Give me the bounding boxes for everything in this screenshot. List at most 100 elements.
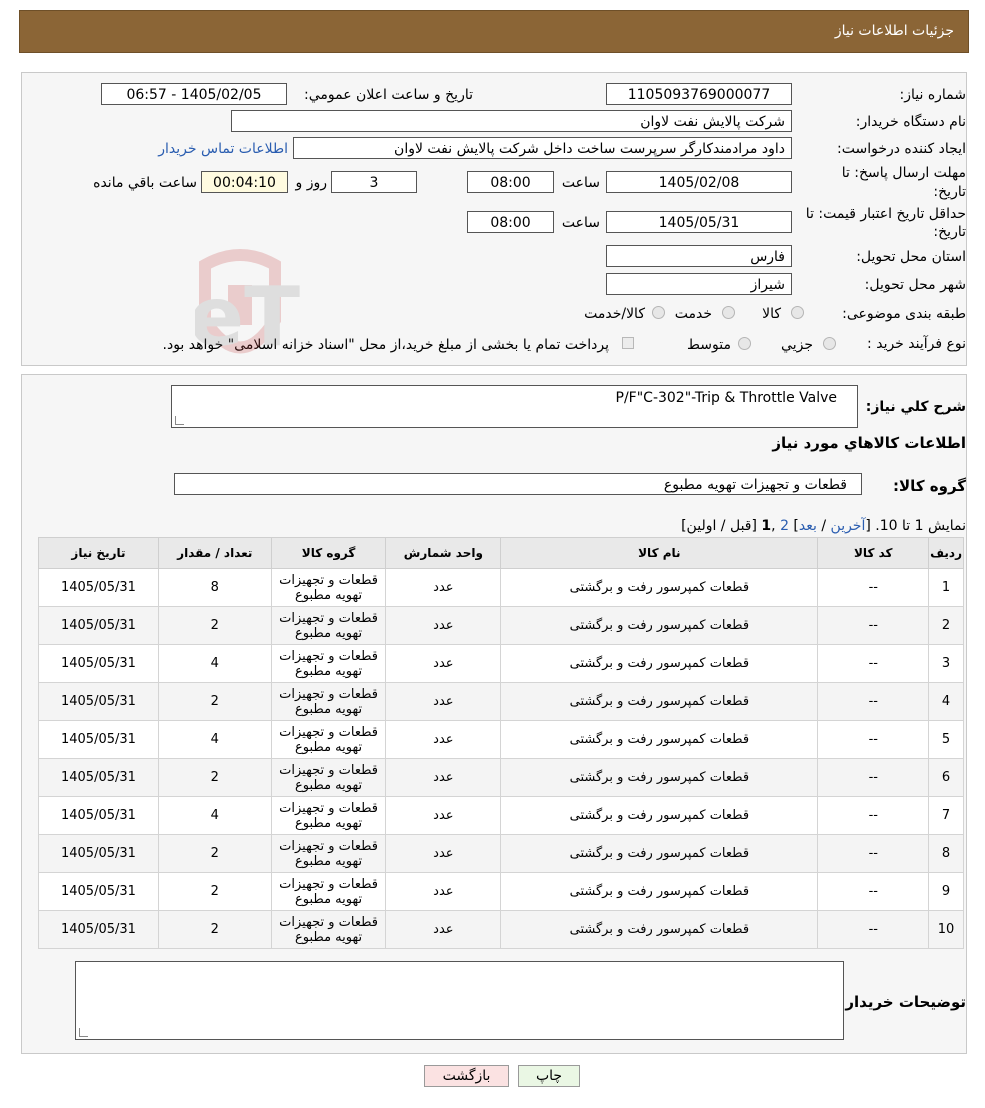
cell-quantity: 8 [157,568,272,607]
col-header-quantity[interactable]: تعداد / مقدار [157,537,272,569]
cell-unit: عدد [385,720,502,759]
category-radio-goods[interactable] [791,306,804,319]
buyer-org-field[interactable]: شرکت پالايش نفت لاوان [231,110,792,132]
table-row[interactable]: 4 -- قطعات کمپرسور رفت و برگشتی عدد قطعات و … [38,682,964,721]
validity-label-line2: تاريخ: [933,224,966,240]
need-number-field[interactable]: 1105093769000077 [606,83,792,105]
cell-quantity: 2 [157,872,272,911]
description-textarea[interactable]: P/F"C-302"-Trip & Throttle Valve [171,385,858,428]
goods-info-title: اطلاعات کالاهاي مورد نياز [772,434,966,452]
cell-unit: عدد [385,758,502,797]
cell-row-number: 4 [928,682,964,721]
cell-row-number: 10 [928,910,964,949]
creator-field[interactable]: داود مرادمندکارگر سرپرست ساخت داخل شرکت … [293,137,792,159]
cell-unit: عدد [385,910,502,949]
announce-field[interactable]: 1405/02/05 - 06:57 [101,83,287,105]
cell-date: 1405/05/31 [38,758,159,797]
table-row[interactable]: 1 -- قطعات کمپرسور رفت و برگشتی عدد قطعات و … [38,568,964,607]
table-row[interactable]: 6 -- قطعات کمپرسور رفت و برگشتی عدد قطعات و … [38,758,964,797]
pagination-suffix: [قبل / اولين] [681,518,762,534]
validity-date-field[interactable]: 1405/05/31 [606,211,792,233]
col-header-row-number[interactable]: رديف [928,537,964,569]
print-button[interactable]: چاپ [518,1065,580,1087]
buyer-contact-link[interactable]: اطلاعات تماس خريدار [158,141,288,157]
pagination-current-page: 1 [761,518,772,534]
buyer-notes-textarea[interactable] [75,961,844,1040]
process-radio-minor[interactable] [823,337,836,350]
cell-unit: عدد [385,872,502,911]
col-header-name[interactable]: نام کالا [500,537,819,569]
buyer-notes-label: توضيحات خريدار: [839,993,966,1011]
cell-quantity: 2 [157,682,272,721]
cell-date: 1405/05/31 [38,796,159,835]
cell-row-number: 2 [928,606,964,645]
table-header-row: رديف کد کالا نام کالا واحد شمارش گروه کا… [38,537,964,569]
goods-group-label: گروه کالا: [893,477,966,495]
table-row[interactable]: 9 -- قطعات کمپرسور رفت و برگشتی عدد قطعات و … [38,872,964,911]
deadline-label-line2: تاريخ: [933,184,966,200]
process-radio-medium[interactable] [738,337,751,350]
cell-row-number: 6 [928,758,964,797]
table-row[interactable]: 2 -- قطعات کمپرسور رفت و برگشتی عدد قطعات و … [38,606,964,645]
cell-name: قطعات کمپرسور رفت و برگشتی [500,758,819,797]
cell-code: -- [817,796,930,835]
cell-group: قطعات و تجهيزات تهويه مطبوع [270,720,387,759]
cell-group: قطعات و تجهيزات تهويه مطبوع [270,682,387,721]
validity-time-field[interactable]: 08:00 [467,211,554,233]
cell-quantity: 2 [157,910,272,949]
cell-quantity: 2 [157,834,272,873]
cell-name: قطعات کمپرسور رفت و برگشتی [500,682,819,721]
items-table: رديف کد کالا نام کالا واحد شمارش گروه کا… [38,537,964,949]
pagination: نمايش 1 تا 10. [آخرين / بعد] 2 ,1 [قبل /… [681,518,966,534]
deadline-time-label: ساعت [561,175,600,191]
remaining-time-field: 00:04:10 [201,171,288,193]
pagination-comma: , [771,518,781,534]
cell-quantity: 4 [157,644,272,683]
deadline-date-field[interactable]: 1405/02/08 [606,171,792,193]
table-row[interactable]: 8 -- قطعات کمپرسور رفت و برگشتی عدد قطعات و … [38,834,964,873]
city-field[interactable]: شيراز [606,273,792,295]
resize-grip-icon [79,1028,88,1037]
cell-quantity: 4 [157,720,272,759]
cell-unit: عدد [385,644,502,683]
validity-time-label: ساعت [561,215,600,231]
cell-name: قطعات کمپرسور رفت و برگشتی [500,872,819,911]
cell-date: 1405/05/31 [38,606,159,645]
cell-name: قطعات کمپرسور رفت و برگشتی [500,910,819,949]
cell-group: قطعات و تجهيزات تهويه مطبوع [270,796,387,835]
city-label: شهر محل تحويل: [864,277,966,293]
treasury-note: پرداخت تمام يا بخشی از مبلغ خريد،از محل … [162,337,609,353]
days-label: روز و [295,175,328,191]
cell-group: قطعات و تجهيزات تهويه مطبوع [270,568,387,607]
province-field[interactable]: فارس [606,245,792,267]
cell-date: 1405/05/31 [38,568,159,607]
cell-row-number: 7 [928,796,964,835]
col-header-unit[interactable]: واحد شمارش [385,537,502,569]
days-field[interactable]: 3 [331,171,417,193]
cell-quantity: 2 [157,758,272,797]
deadline-time-field[interactable]: 08:00 [467,171,554,193]
col-header-code[interactable]: کد کالا [817,537,930,569]
category-radio-service[interactable] [722,306,735,319]
table-row[interactable]: 3 -- قطعات کمپرسور رفت و برگشتی عدد قطعات و … [38,644,964,683]
cell-unit: عدد [385,834,502,873]
table-row[interactable]: 7 -- قطعات کمپرسور رفت و برگشتی عدد قطعات و … [38,796,964,835]
description-value: P/F"C-302"-Trip & Throttle Valve [615,390,837,406]
table-row[interactable]: 5 -- قطعات کمپرسور رفت و برگشتی عدد قطعات و … [38,720,964,759]
pagination-page-2[interactable]: 2 [780,518,789,534]
col-header-group[interactable]: گروه کالا [270,537,387,569]
pagination-last[interactable]: آخرين [831,518,866,534]
cell-group: قطعات و تجهيزات تهويه مطبوع [270,834,387,873]
cell-unit: عدد [385,796,502,835]
pagination-sep2: ] [788,518,799,534]
goods-group-field[interactable]: قطعات و تجهيزات تهويه مطبوع [174,473,862,495]
treasury-checkbox[interactable] [622,337,634,349]
cell-date: 1405/05/31 [38,910,159,949]
back-button[interactable]: بازگشت [424,1065,509,1087]
pagination-next[interactable]: بعد [799,518,817,534]
table-row[interactable]: 10 -- قطعات کمپرسور رفت و برگشتی عدد قطعات و… [38,910,964,949]
category-radio-goods-service[interactable] [652,306,665,319]
col-header-date[interactable]: تاريخ نياز [38,537,159,569]
cell-date: 1405/05/31 [38,644,159,683]
cell-row-number: 5 [928,720,964,759]
